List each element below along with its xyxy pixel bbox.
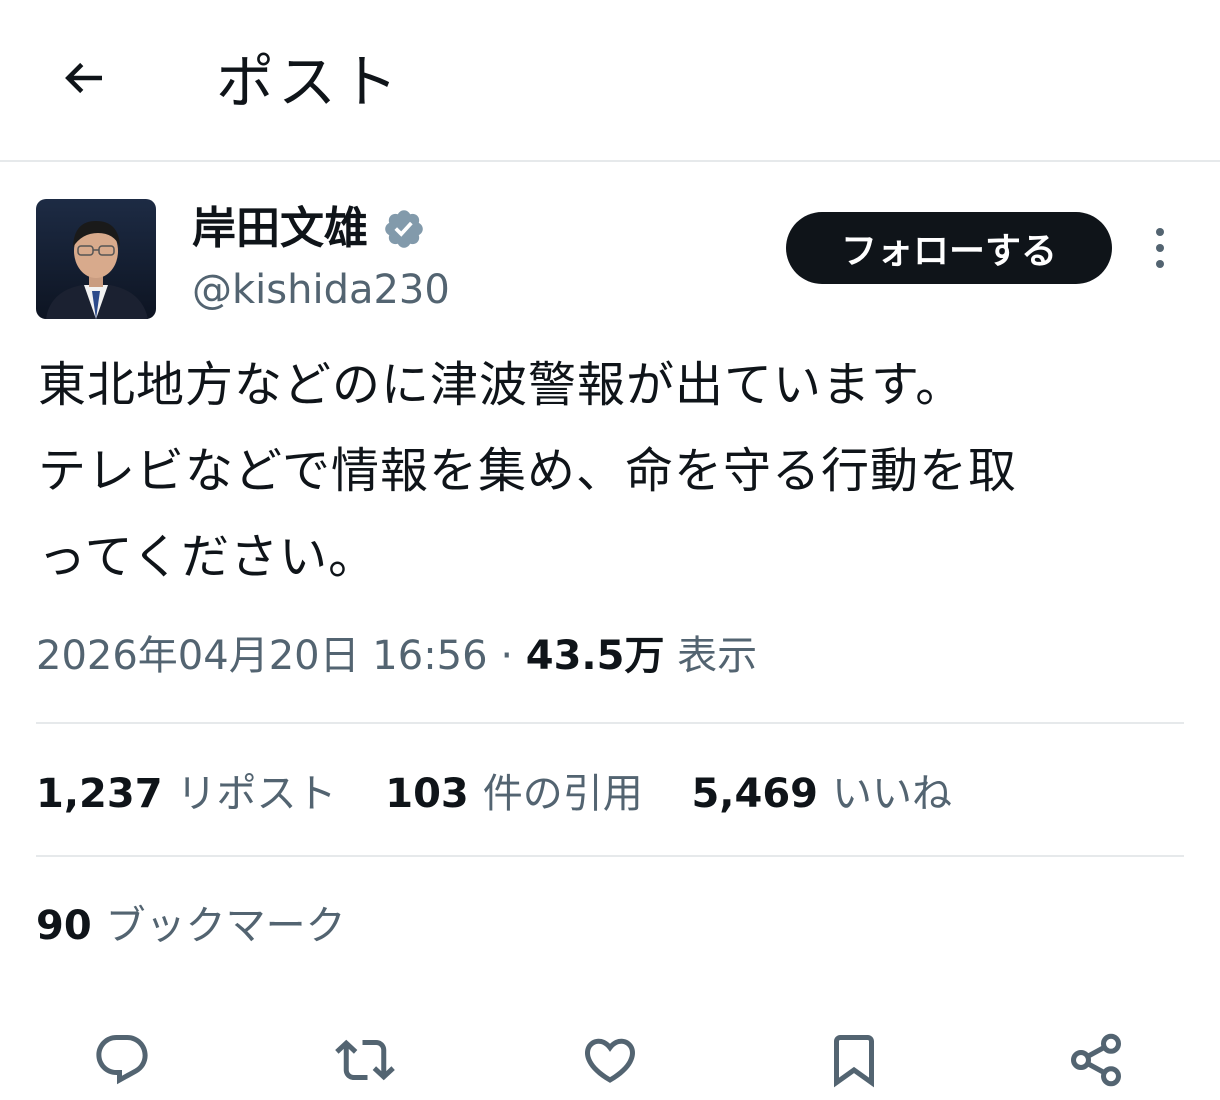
- author-name-text: 岸田文雄: [192, 203, 368, 254]
- reposts-stat[interactable]: 1,237 リポスト: [36, 766, 337, 822]
- tweet-text: 東北地方などのに津波警報が出ています。 テレビなどで情報を集め、命を守る行動を取…: [38, 357, 1018, 585]
- share-button[interactable]: [1066, 1030, 1126, 1090]
- divider: [36, 855, 1184, 857]
- author-handle[interactable]: @kishida230: [192, 262, 450, 318]
- tweet-meta: 2026年04月20日 16:56 · 43.5万 表示: [36, 628, 757, 684]
- verified-badge-icon: [385, 210, 423, 248]
- more-dot-icon: [1156, 244, 1164, 252]
- like-button[interactable]: [580, 1030, 640, 1090]
- engagement-stats: 1,237 リポスト 103 件の引用 5,469 いいね: [36, 766, 988, 822]
- bookmarks-stat[interactable]: 90 ブックマーク: [36, 898, 346, 954]
- share-icon: [1071, 1033, 1121, 1087]
- more-options-button[interactable]: [1140, 222, 1180, 274]
- bookmark-button[interactable]: [824, 1030, 884, 1090]
- likes-stat[interactable]: 5,469 いいね: [691, 766, 952, 822]
- likes-count: 5,469: [691, 771, 818, 817]
- author-display-name[interactable]: 岸田文雄: [192, 201, 426, 257]
- reply-icon: [96, 1035, 148, 1085]
- reply-button[interactable]: [92, 1030, 152, 1090]
- back-arrow-icon: [65, 62, 102, 94]
- reposts-label: リポスト: [176, 771, 337, 817]
- more-dot-icon: [1156, 228, 1164, 236]
- avatar-image: [36, 199, 156, 319]
- more-dot-icon: [1156, 260, 1164, 268]
- repost-icon: [335, 1039, 395, 1081]
- quotes-stat[interactable]: 103 件の引用: [385, 766, 643, 822]
- back-button[interactable]: [52, 46, 116, 110]
- top-bar: ポスト: [0, 0, 1220, 162]
- timestamp[interactable]: 2026年04月20日 16:56: [36, 633, 488, 679]
- follow-button[interactable]: フォローする: [786, 212, 1112, 284]
- likes-label: いいね: [832, 771, 952, 817]
- bookmark-icon: [834, 1035, 874, 1088]
- bookmarks-count: 90: [36, 903, 92, 949]
- avatar[interactable]: [36, 199, 156, 319]
- quotes-count: 103: [385, 771, 469, 817]
- reposts-count: 1,237: [36, 771, 163, 817]
- quotes-label: 件の引用: [482, 771, 643, 817]
- repost-button[interactable]: [335, 1030, 395, 1090]
- divider: [36, 722, 1184, 724]
- views-label: 表示: [677, 633, 758, 679]
- views-count: 43.5万: [525, 633, 665, 679]
- page-title: ポスト: [216, 48, 403, 116]
- meta-separator: ·: [500, 633, 514, 679]
- like-icon: [584, 1038, 636, 1083]
- bookmarks-label: ブックマーク: [105, 903, 346, 949]
